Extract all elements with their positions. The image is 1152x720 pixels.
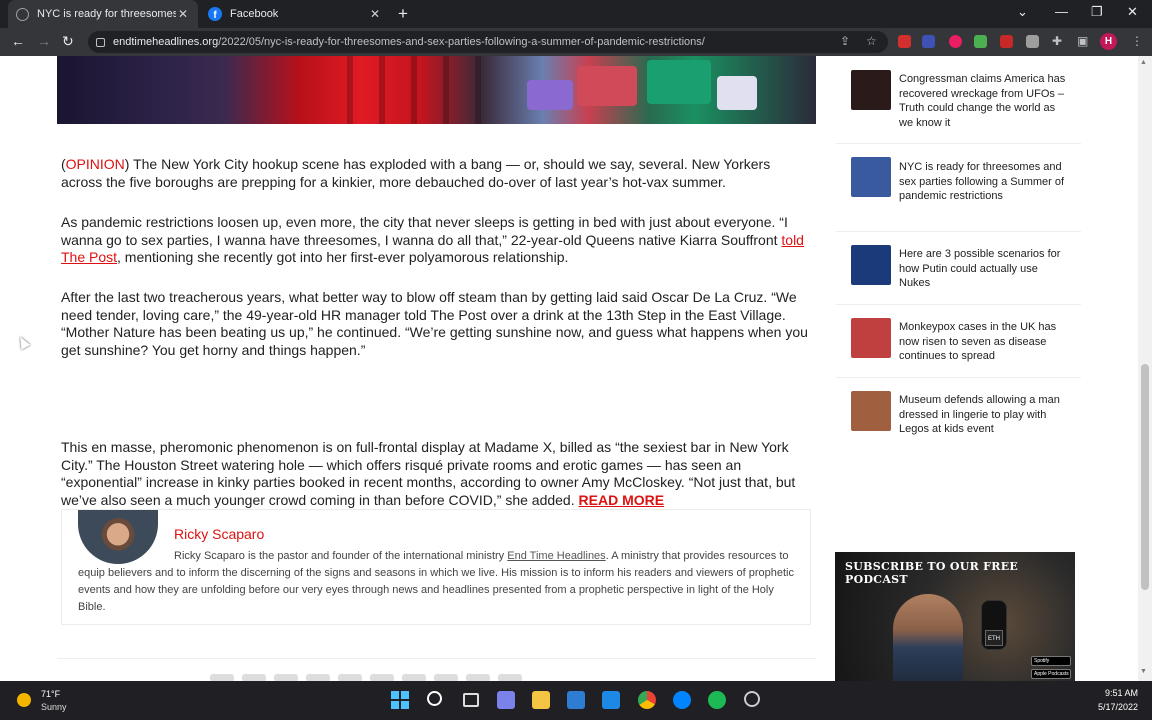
apple-podcasts-badge[interactable]: Apple Podcasts [1031,669,1071,679]
podcast-host-image [893,594,963,681]
post-title[interactable]: Congressman claims America has recovered… [899,72,1069,130]
post-thumbnail[interactable] [851,70,891,110]
search-icon[interactable] [427,691,442,706]
sidebar-post[interactable]: Monkeypox cases in the UK has now risen … [836,305,1081,378]
forward-button[interactable]: → [37,33,51,49]
author-name[interactable]: Ricky Scaparo [174,526,264,542]
profile-avatar[interactable]: H [1100,33,1117,50]
sun-icon[interactable] [17,693,31,707]
extension-icon[interactable] [974,35,987,48]
article-paragraph: After the last two treacherous years, wh… [61,289,808,358]
url-path: /2022/05/nyc-is-ready-for-threesomes-and… [218,36,705,48]
sidebar-post[interactable]: Museum defends allowing a man dressed in… [836,378,1081,451]
post-title[interactable]: Monkeypox cases in the UK has now risen … [899,320,1069,364]
close-tab-icon[interactable]: ✕ [368,7,382,21]
clock-date[interactable]: 5/17/2022 [1086,702,1138,712]
app-icon[interactable] [744,691,760,707]
back-button[interactable]: ← [11,33,25,49]
tab-article[interactable]: NYC is ready for threesomes and ✕ [8,0,198,28]
read-more-link[interactable]: READ MORE [579,492,665,508]
minimize-button[interactable]: — [1055,4,1068,19]
restore-button[interactable]: ❐ [1091,4,1103,20]
extension-icon[interactable] [922,35,935,48]
author-bio: Ricky Scaparo is the pastor and founder … [78,550,794,613]
scroll-down-arrow-icon[interactable]: ▼ [1140,668,1147,675]
article-paragraph: As pandemic restrictions loosen up, even… [61,214,804,265]
article-hero-image [57,56,816,124]
post-thumbnail[interactable] [851,391,891,431]
tab-search-icon[interactable]: ⌄ [1017,4,1028,20]
task-view-icon[interactable] [463,693,479,707]
windows-taskbar: 71°F Sunny 9:51 AM 5/17/2022 [0,681,1152,720]
microsoft-store-icon[interactable] [567,691,585,709]
tab-facebook[interactable]: f Facebook ✕ [200,0,390,28]
extension-icon[interactable] [1026,35,1039,48]
post-title[interactable]: NYC is ready for threesomes and sex part… [899,160,1069,204]
messenger-icon[interactable] [673,691,691,709]
post-title[interactable]: Here are 3 possible scenarios for how Pu… [899,247,1069,291]
share-icon[interactable]: ⇪ [840,34,850,48]
article-paragraph: This en masse, pheromonic phenomenon is … [61,439,796,508]
file-explorer-icon[interactable] [532,691,550,709]
clock-time[interactable]: 9:51 AM [1096,688,1138,698]
lock-icon [96,37,105,47]
url-host: endtimeheadlines.org [113,36,219,48]
facebook-icon: f [208,7,222,21]
reload-button[interactable]: ↻ [62,33,74,50]
extension-icon[interactable] [1000,35,1013,48]
menu-icon[interactable]: ⋮ [1131,34,1143,48]
close-window-button[interactable]: ✕ [1127,4,1138,20]
sidebar-post[interactable]: Here are 3 possible scenarios for how Pu… [836,232,1081,305]
scroll-thumb[interactable] [1141,364,1149,590]
post-thumbnail[interactable] [851,245,891,285]
extension-icon[interactable] [898,35,911,48]
page-scrollbar[interactable]: ▲ ▼ [1138,56,1152,681]
globe-icon [16,7,29,21]
url-field[interactable]: endtimeheadlines.org/2022/05/nyc-is-read… [88,31,888,53]
share-buttons [210,674,730,681]
eth-logo: ETH [985,630,1003,646]
post-title[interactable]: Museum defends allowing a man dressed in… [899,393,1069,437]
teams-chat-icon[interactable] [497,691,515,709]
divider [57,658,816,659]
sidebar-post[interactable]: NYC is ready for threesomes and sex part… [836,144,1081,232]
side-panel-icon[interactable]: ▣ [1077,34,1088,48]
post-thumbnail[interactable] [851,157,891,197]
windows-start-icon[interactable] [391,691,409,709]
scroll-up-arrow-icon[interactable]: ▲ [1140,59,1147,66]
sidebar-post[interactable]: Congressman claims America has recovered… [836,56,1081,144]
extension-icon[interactable] [949,35,962,48]
tab-strip: NYC is ready for threesomes and ✕ f Face… [0,0,1152,28]
page-content: (OPINION) The New York City hookup scene… [0,56,1152,681]
new-tab-button[interactable]: + [398,4,408,24]
spotify-badge[interactable]: Spotify [1031,656,1071,666]
chrome-icon[interactable] [638,691,656,709]
post-thumbnail[interactable] [851,318,891,358]
weather-description[interactable]: Sunny [41,702,67,712]
weather-temperature[interactable]: 71°F [41,689,60,699]
mouse-cursor [15,334,31,350]
podcast-banner[interactable]: SUBSCRIBE TO OUR FREE PODCAST ETH Spotif… [835,552,1075,681]
extensions-puzzle-icon[interactable]: ✚ [1052,34,1062,48]
address-bar-row: ← → ↻ endtimeheadlines.org/2022/05/nyc-i… [0,28,1152,56]
end-time-headlines-link[interactable]: End Time Headlines [507,550,605,562]
mail-icon[interactable] [602,691,620,709]
author-box: Ricky Scaparo Ricky Scaparo is the pasto… [61,509,811,625]
opinion-tag-link[interactable]: OPINION [66,156,125,172]
tab-title: NYC is ready for threesomes and [37,8,176,20]
close-tab-icon[interactable]: ✕ [176,7,190,21]
podcast-title: SUBSCRIBE TO OUR FREE PODCAST [845,560,1019,586]
tab-title: Facebook [230,8,279,20]
spotify-icon[interactable] [708,691,726,709]
article-paragraph: (OPINION) The New York City hookup scene… [61,156,771,190]
bookmark-star-icon[interactable]: ☆ [866,34,877,48]
